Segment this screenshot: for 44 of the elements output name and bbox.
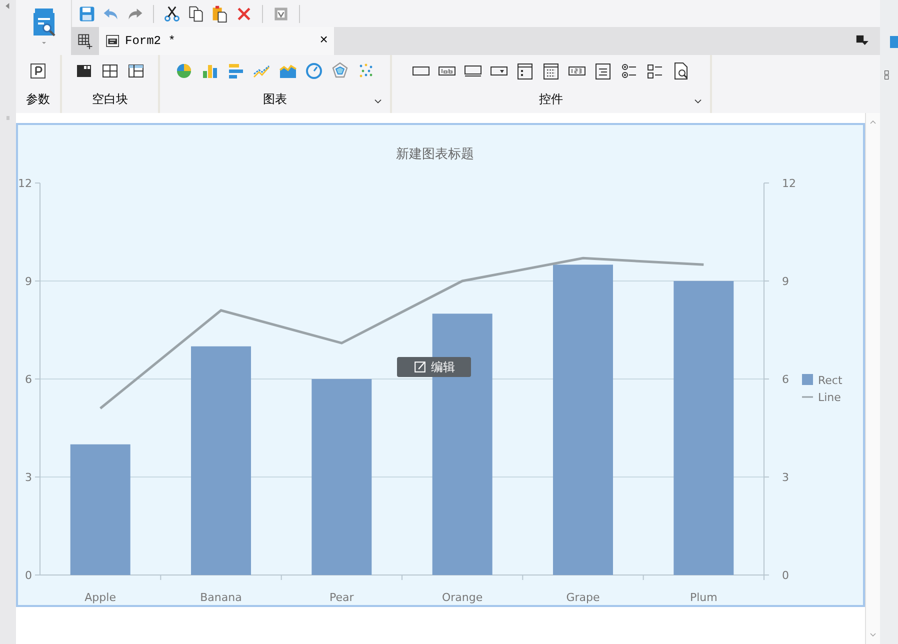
edit-icon bbox=[413, 360, 427, 374]
copy-icon[interactable] bbox=[187, 4, 205, 22]
y-tick-label: 3 bbox=[782, 471, 789, 484]
add-grid-icon[interactable] bbox=[76, 32, 94, 50]
gauge-icon[interactable] bbox=[304, 61, 324, 81]
legend-label: Rect bbox=[818, 374, 842, 387]
save-icon[interactable] bbox=[78, 4, 96, 22]
parameter-icon[interactable] bbox=[28, 61, 48, 81]
x-axis-label: Apple bbox=[84, 591, 116, 604]
x-axis-label: Grape bbox=[566, 591, 600, 604]
y-tick-label: 0 bbox=[25, 569, 32, 582]
text-area-icon[interactable] bbox=[593, 61, 613, 81]
y-tick-label: 6 bbox=[25, 373, 32, 386]
list-control-icon[interactable] bbox=[515, 61, 535, 81]
chart-title: 新建图表标题 bbox=[396, 147, 474, 162]
y-tick-label: 9 bbox=[782, 275, 789, 288]
x-axis-label: Plum bbox=[690, 591, 718, 604]
group-label: 空白块 bbox=[92, 92, 128, 106]
clipboard-check-icon[interactable] bbox=[272, 4, 290, 22]
form-tab[interactable]: Form2 * × bbox=[99, 27, 334, 55]
y-tick-label: 12 bbox=[782, 177, 796, 190]
legend-label: Line bbox=[818, 391, 841, 404]
scissors-icon[interactable] bbox=[163, 4, 181, 22]
close-tab-button[interactable]: × bbox=[320, 33, 328, 49]
y-tick-label: 9 bbox=[25, 275, 32, 288]
radio-group-icon[interactable] bbox=[619, 61, 639, 81]
x-axis-label: Banana bbox=[200, 591, 242, 604]
horizontal-bar-icon[interactable] bbox=[226, 61, 246, 81]
pie-chart-icon[interactable] bbox=[174, 61, 194, 81]
x-axis-label: Pear bbox=[330, 591, 354, 604]
form-icon bbox=[105, 33, 121, 49]
y-tick-label: 6 bbox=[782, 373, 789, 386]
y-tick-label: 3 bbox=[25, 471, 32, 484]
group-label: 控件 bbox=[539, 92, 563, 106]
y-tick-label: 12 bbox=[18, 177, 32, 190]
group-label: 图表 bbox=[263, 92, 287, 106]
y-tick-label: 0 bbox=[782, 569, 789, 582]
calendar-icon[interactable] bbox=[541, 61, 561, 81]
paste-icon[interactable] bbox=[211, 4, 229, 22]
group-label: 参数 bbox=[26, 92, 50, 106]
x-axis-label: Orange bbox=[442, 591, 483, 604]
edit-button[interactable]: 编辑 bbox=[397, 357, 471, 377]
drag-handle-icon[interactable] bbox=[4, 113, 12, 123]
panel-tab-marker bbox=[890, 36, 898, 48]
